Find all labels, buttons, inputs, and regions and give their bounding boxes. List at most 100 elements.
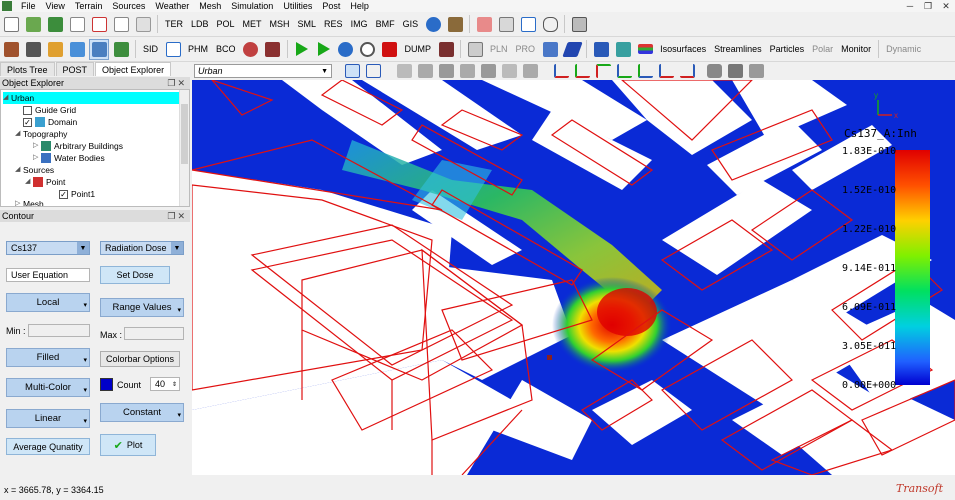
tree-item-water-bodies[interactable]: ▷ Water Bodies <box>33 152 105 164</box>
grid-button[interactable] <box>569 14 589 35</box>
axis-view-6-button[interactable] <box>659 64 674 78</box>
search-file-button[interactable] <box>111 14 131 35</box>
view-cube-3-button[interactable] <box>439 64 454 78</box>
species-select[interactable]: Cs137 ▼ <box>6 241 90 255</box>
export-button[interactable] <box>133 14 153 35</box>
tree-item-mesh[interactable]: ▷ Mesh <box>15 198 44 206</box>
cube-color-button[interactable] <box>613 39 633 60</box>
checkbox[interactable]: ✓ <box>59 189 68 199</box>
tab-post[interactable]: POST <box>55 62 95 76</box>
set-dose-button[interactable]: Set Dose <box>100 266 170 284</box>
view-cube-6-button[interactable] <box>502 64 517 78</box>
menu-utilities[interactable]: Utilities <box>278 0 317 12</box>
filled-button[interactable]: Filled ▾ <box>6 348 90 367</box>
save-button[interactable] <box>45 14 65 35</box>
tree-item-sources[interactable]: ◢ Sources <box>15 164 54 176</box>
bmf-button[interactable]: BMF <box>373 14 398 35</box>
settings-button[interactable] <box>241 39 261 60</box>
menu-file[interactable]: File <box>16 0 41 12</box>
eraser-button[interactable] <box>474 14 494 35</box>
menu-simulation[interactable]: Simulation <box>226 0 278 12</box>
streamlines-button[interactable]: Streamlines <box>711 39 765 60</box>
constant-button[interactable]: Constant ▾ <box>100 403 184 422</box>
axis-view-3-button[interactable] <box>596 64 611 78</box>
expand-icon[interactable]: ▷ <box>33 140 41 152</box>
sml-button[interactable]: SML <box>295 14 320 35</box>
count-stepper[interactable]: 40 ⇕ <box>150 377 180 391</box>
tree-item-domain[interactable]: ✓ Domain <box>23 116 77 128</box>
pan-button[interactable] <box>540 14 560 35</box>
phm-grid-button[interactable] <box>163 39 183 60</box>
panel-controls[interactable]: ❐✕ <box>167 77 190 89</box>
open-folder-button[interactable] <box>23 14 43 35</box>
checkbox[interactable] <box>23 105 32 115</box>
run-step-button[interactable] <box>292 39 312 60</box>
tab-plots-tree[interactable]: Plots Tree <box>0 62 55 76</box>
refresh-button[interactable] <box>336 39 356 60</box>
pro-button[interactable]: PRO <box>513 39 539 60</box>
img-button[interactable]: IMG <box>348 14 371 35</box>
screenshot-export-button[interactable] <box>749 64 764 78</box>
msh-button[interactable]: MSH <box>267 14 293 35</box>
user-equation-input[interactable]: User Equation <box>6 268 90 282</box>
tab-object-explorer[interactable]: Object Explorer <box>95 62 172 76</box>
restore-icon[interactable]: ❐ <box>919 0 937 12</box>
zoom-button[interactable] <box>358 39 378 60</box>
new-file-button[interactable] <box>1 14 21 35</box>
axis-view-5-button[interactable] <box>638 64 653 78</box>
pol-button[interactable]: POL <box>214 14 238 35</box>
measure-button[interactable] <box>496 14 516 35</box>
gis-button[interactable]: GIS <box>400 14 422 35</box>
tools2-button[interactable] <box>436 39 456 60</box>
menu-post[interactable]: Post <box>317 0 345 12</box>
building-button[interactable] <box>23 39 43 60</box>
menu-sources[interactable]: Sources <box>107 0 150 12</box>
dump-button[interactable]: DUMP <box>402 39 435 60</box>
edit-button[interactable] <box>67 14 87 35</box>
view-cube-5-button[interactable] <box>481 64 496 78</box>
tree-item-point[interactable]: ◢ Point <box>25 176 65 188</box>
color-swatch[interactable] <box>100 378 113 391</box>
3d-viewport[interactable]: y x Cs137_A:Inh 1.83E-010 1.52E-010 1.22… <box>192 80 955 475</box>
isosurfaces-button[interactable]: Isosurfaces <box>657 39 709 60</box>
crosshair-button[interactable] <box>518 14 538 35</box>
collapse-icon[interactable]: ◢ <box>15 164 23 176</box>
menu-terrain[interactable]: Terrain <box>70 0 108 12</box>
collapse-icon[interactable]: ◢ <box>3 92 11 104</box>
ldb-button[interactable]: LDB <box>188 14 212 35</box>
met-button[interactable]: MET <box>240 14 265 35</box>
local-button[interactable]: Local ▾ <box>6 293 90 312</box>
scene-canvas[interactable]: y x Cs137_A:Inh 1.83E-010 1.52E-010 1.22… <box>192 80 955 475</box>
mesh-grid-button[interactable] <box>67 39 87 60</box>
expand-icon[interactable]: ▷ <box>15 198 23 206</box>
view-perspective-button[interactable] <box>345 64 360 78</box>
average-quantity-button[interactable]: Average Qunatity <box>6 438 90 455</box>
polar-button[interactable]: Polar <box>809 39 836 60</box>
selection-button[interactable] <box>89 38 109 60</box>
plane-button[interactable] <box>561 39 583 60</box>
range-values-button[interactable]: Range Values ▾ <box>100 298 184 317</box>
tree-scrollbar[interactable] <box>179 90 189 206</box>
max-input[interactable] <box>124 327 184 340</box>
stepper-arrows-icon[interactable]: ⇕ <box>172 381 179 388</box>
collapse-icon[interactable]: ◢ <box>15 128 23 140</box>
min-input[interactable] <box>28 324 90 337</box>
close-icon[interactable]: ✕ <box>937 0 955 12</box>
collapse-icon[interactable]: ◢ <box>25 176 33 188</box>
stop-button[interactable] <box>380 39 400 60</box>
particles-button[interactable]: Particles <box>767 39 808 60</box>
sid-button[interactable]: SID <box>140 39 161 60</box>
axis-view-1-button[interactable] <box>554 64 569 78</box>
cube-button[interactable] <box>591 39 611 60</box>
view-cube-1-button[interactable] <box>397 64 412 78</box>
axis-view-4-button[interactable] <box>617 64 632 78</box>
picture-button[interactable] <box>445 14 465 35</box>
blue-arrow-button[interactable] <box>540 39 560 60</box>
table-button[interactable] <box>465 39 485 60</box>
quantity-select[interactable]: Radiation Dose ▼ <box>100 241 184 255</box>
tree-item-guide-grid[interactable]: Guide Grid <box>23 104 76 116</box>
pln-button[interactable]: PLN <box>487 39 511 60</box>
pollutant-button[interactable] <box>45 39 65 60</box>
screenshot-save-button[interactable] <box>728 64 743 78</box>
minimize-icon[interactable]: ─ <box>901 0 919 12</box>
